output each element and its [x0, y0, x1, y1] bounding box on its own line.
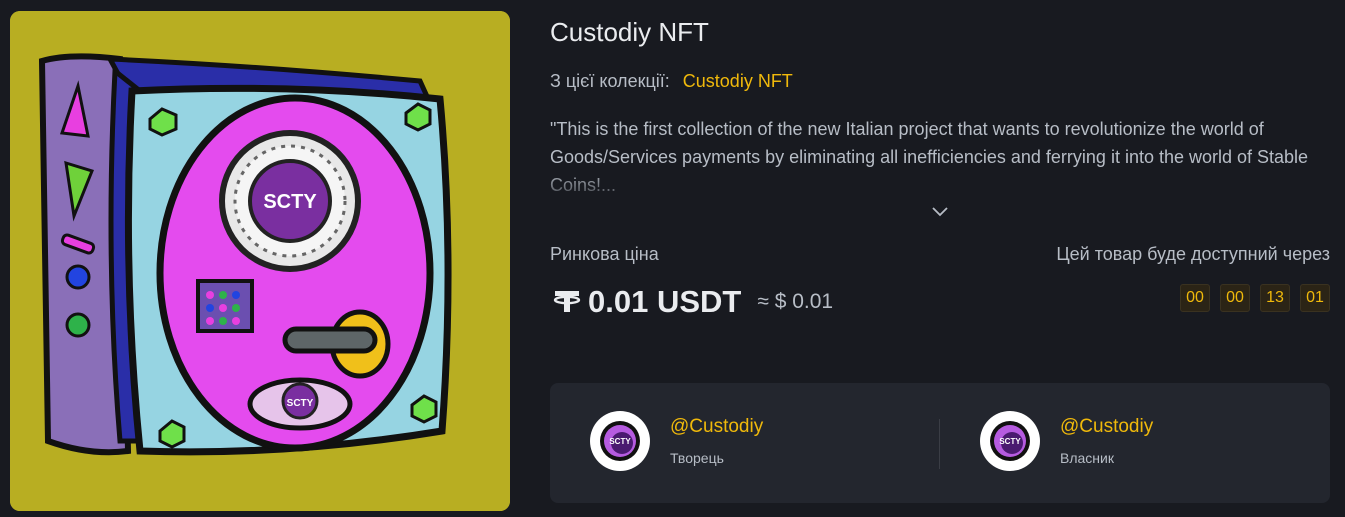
countdown-seconds: 01 [1300, 284, 1330, 312]
nft-image: SCTY SCTY [10, 11, 510, 511]
market-price-label: Ринкова ціна [550, 244, 659, 264]
countdown-minutes: 13 [1260, 284, 1290, 312]
creator-avatar-logo: SCTY [609, 437, 631, 446]
chevron-down-icon[interactable] [930, 204, 950, 218]
description-fade [550, 170, 1330, 202]
availability-label: Цей товар буде доступний через [1056, 244, 1330, 264]
nft-info-panel: Custodiy NFT З цієї колекції: Custodiy N… [550, 0, 1330, 517]
nft-title: Custodiy NFT [550, 17, 709, 47]
countdown-timer: 00 00 13 01 [1170, 284, 1330, 312]
collection-link[interactable]: Custodiy NFT [683, 71, 793, 91]
card-divider [939, 419, 940, 469]
countdown-days: 00 [1180, 284, 1210, 312]
collection-row: З цієї колекції: Custodiy NFT [550, 71, 793, 92]
creator-role: Творець [670, 450, 724, 466]
creator-handle[interactable]: @Custodiy [670, 416, 763, 438]
owner-handle[interactable]: @Custodiy [1060, 416, 1153, 438]
svg-text:SCTY: SCTY [287, 398, 314, 409]
svg-text:SCTY: SCTY [263, 191, 317, 213]
tether-icon [552, 285, 582, 320]
price-usd-approx: ≈ $ 0.01 [757, 290, 834, 313]
ownership-card: SCTY @Custodiy Творець SCTY @Custodiy Вл… [550, 383, 1330, 503]
price-display: 0.01 USDT ≈ $ 0.01 [552, 284, 833, 320]
countdown-hours: 00 [1220, 284, 1250, 312]
owner-role: Власник [1060, 450, 1114, 466]
creator-info: SCTY @Custodiy Творець [590, 411, 763, 471]
owner-avatar[interactable]: SCTY [980, 411, 1040, 471]
creator-avatar[interactable]: SCTY [590, 411, 650, 471]
owner-avatar-logo: SCTY [999, 437, 1021, 446]
price-amount: 0.01 USDT [588, 284, 742, 319]
collection-label: З цієї колекції: [550, 71, 670, 91]
owner-info: SCTY @Custodiy Власник [980, 411, 1153, 471]
